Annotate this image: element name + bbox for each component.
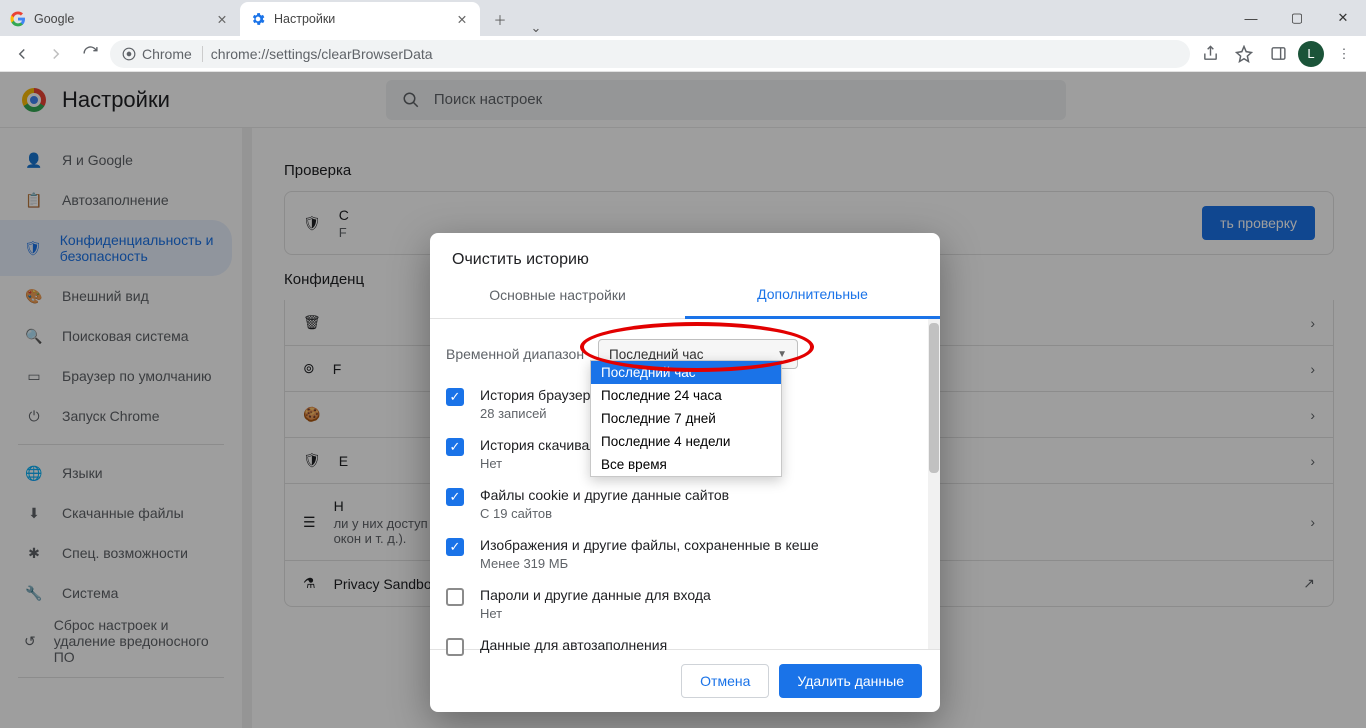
- time-range-dropdown: Последний час Последние 24 часа Последни…: [590, 360, 782, 477]
- tab-settings[interactable]: Настройки ✕: [240, 2, 480, 36]
- kebab-menu-icon[interactable]: ⋮: [1330, 40, 1358, 68]
- site-chip[interactable]: Chrome: [122, 46, 203, 62]
- dropdown-option[interactable]: Последние 24 часа: [591, 384, 781, 407]
- dialog-title: Очистить историю: [430, 233, 940, 271]
- dropdown-option[interactable]: Все время: [591, 453, 781, 476]
- profile-avatar[interactable]: L: [1298, 41, 1324, 67]
- url-text: chrome://settings/clearBrowserData: [211, 46, 433, 62]
- forward-button[interactable]: [42, 40, 70, 68]
- close-icon[interactable]: ✕: [454, 11, 470, 27]
- maximize-button[interactable]: ▢: [1274, 3, 1320, 33]
- checkbox-row-autofill[interactable]: ✓ Данные для автозаполнения: [446, 631, 930, 656]
- window-titlebar: Google ✕ Настройки ✕ ＋ ⌄ ― ▢ ✕: [0, 0, 1366, 36]
- tab-advanced[interactable]: Дополнительные: [685, 271, 940, 319]
- tab-strip: Google ✕ Настройки ✕ ＋: [0, 0, 520, 36]
- time-range-label: Временной диапазон: [446, 346, 584, 362]
- address-bar[interactable]: Chrome chrome://settings/clearBrowserDat…: [110, 40, 1190, 68]
- dropdown-option[interactable]: Последний час: [591, 361, 781, 384]
- share-icon[interactable]: [1196, 40, 1224, 68]
- checkbox-icon[interactable]: ✓: [446, 438, 464, 456]
- dialog-actions: Отмена Удалить данные: [430, 649, 940, 712]
- browser-toolbar: Chrome chrome://settings/clearBrowserDat…: [0, 36, 1366, 72]
- minimize-button[interactable]: ―: [1228, 3, 1274, 33]
- scrollbar-thumb[interactable]: [929, 323, 939, 473]
- tabs-dropdown-icon[interactable]: ⌄: [520, 20, 552, 36]
- google-favicon-icon: [10, 11, 26, 27]
- dropdown-option[interactable]: Последние 7 дней: [591, 407, 781, 430]
- dropdown-option[interactable]: Последние 4 недели: [591, 430, 781, 453]
- close-icon[interactable]: ✕: [214, 11, 230, 27]
- tab-google[interactable]: Google ✕: [0, 2, 240, 36]
- delete-data-button[interactable]: Удалить данные: [779, 664, 922, 698]
- side-panel-icon[interactable]: [1264, 40, 1292, 68]
- checkbox-icon[interactable]: ✓: [446, 588, 464, 606]
- checkbox-row-passwords[interactable]: ✓ Пароли и другие данные для входаНет: [446, 581, 930, 631]
- tab-title: Настройки: [274, 12, 335, 26]
- reload-button[interactable]: [76, 40, 104, 68]
- tab-basic[interactable]: Основные настройки: [430, 271, 685, 318]
- close-window-button[interactable]: ✕: [1320, 3, 1366, 33]
- new-tab-button[interactable]: ＋: [486, 5, 514, 33]
- cancel-button[interactable]: Отмена: [681, 664, 769, 698]
- checkbox-icon[interactable]: ✓: [446, 488, 464, 506]
- checkbox-icon[interactable]: ✓: [446, 388, 464, 406]
- checkbox-icon[interactable]: ✓: [446, 538, 464, 556]
- checkbox-row-cookies[interactable]: ✓ Файлы cookie и другие данные сайтовС 1…: [446, 481, 930, 531]
- dialog-tabs: Основные настройки Дополнительные: [430, 271, 940, 319]
- back-button[interactable]: [8, 40, 36, 68]
- window-controls: ― ▢ ✕: [1228, 0, 1366, 36]
- settings-page: Настройки Поиск настроек 👤Я и Google 📋Ав…: [0, 72, 1366, 728]
- tab-title: Google: [34, 12, 74, 26]
- gear-icon: [250, 11, 266, 27]
- chevron-down-icon: ▼: [777, 349, 787, 360]
- bookmark-star-icon[interactable]: [1230, 40, 1258, 68]
- chrome-icon: [122, 47, 136, 61]
- checkbox-row-cache[interactable]: ✓ Изображения и другие файлы, сохраненны…: [446, 531, 930, 581]
- checkbox-icon[interactable]: ✓: [446, 638, 464, 656]
